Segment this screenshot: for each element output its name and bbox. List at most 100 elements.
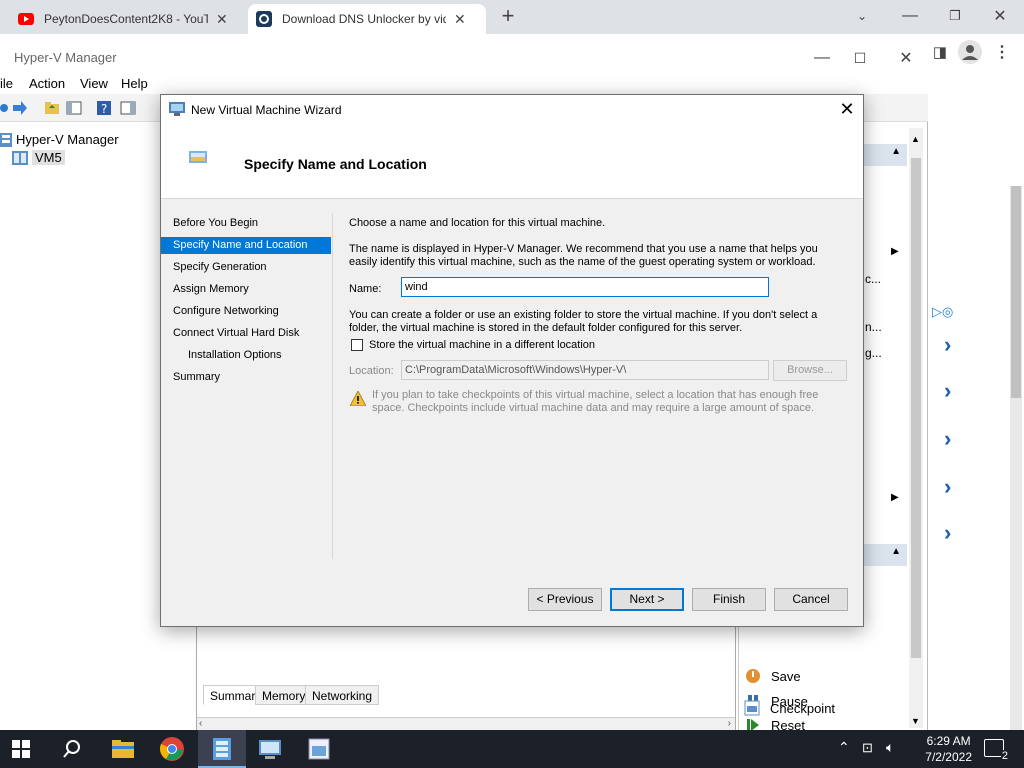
menu-help[interactable]: Help [121,76,148,91]
forward-icon[interactable] [12,100,28,116]
name-input[interactable] [401,277,769,297]
chevron-up-icon[interactable]: ⌃ [838,739,850,756]
file-explorer-icon[interactable] [110,736,136,762]
scrollbar-thumb[interactable] [1011,186,1021,398]
warning-icon [350,391,366,406]
chevron-right-icon[interactable]: › [944,426,951,452]
checkpoint-icon [744,700,760,716]
collapse-icon[interactable]: ▲ [891,546,901,557]
step-connect-virtual-hard-disk[interactable]: Connect Virtual Hard Disk [161,325,331,342]
app-window-icon[interactable] [306,736,332,762]
step-before-you-begin[interactable]: Before You Begin [161,215,331,232]
chevron-right-icon[interactable]: › [944,332,951,358]
minimize-icon[interactable]: — [810,46,834,70]
step-specify-generation[interactable]: Specify Generation [161,259,331,276]
collapse-icon[interactable]: ▲ [891,146,901,157]
store-location-label[interactable]: Store the virtual machine in a different… [369,339,595,352]
new-tab-button[interactable]: + [496,3,520,28]
close-icon[interactable]: ✕ [894,46,918,70]
visibility-icon[interactable]: ▷◎ [932,304,953,320]
step-assign-memory[interactable]: Assign Memory [161,281,331,298]
search-icon[interactable] [62,739,82,759]
chevron-right-icon[interactable]: › [944,378,951,404]
windows-start-icon[interactable] [12,740,30,758]
wizard-content: Choose a name and location for this virt… [349,213,849,563]
maximize-icon[interactable]: ☐ [848,46,872,70]
tab-memory[interactable]: Memory [255,685,313,705]
restore-icon[interactable]: ❐ [943,4,967,28]
wizard-steps-nav: Before You Begin Specify Name and Locati… [161,213,333,559]
network-icon[interactable]: ⊡ [862,740,873,756]
submenu-arrow-icon: ▶ [891,246,899,257]
menu-kebab-icon[interactable]: ⋮ [990,40,1014,64]
minimize-icon[interactable]: — [898,4,922,28]
close-icon[interactable]: ✕ [837,99,857,119]
clock-time: 6:29 AM [926,734,971,748]
page-title: Specify Name and Location [244,156,427,172]
chrome-icon[interactable] [159,736,185,762]
cancel-button[interactable]: Cancel [774,588,848,611]
chevron-right-icon[interactable]: › [944,474,951,500]
scroll-right-icon[interactable]: › [728,718,731,729]
action-save[interactable]: Save [745,668,801,684]
step-installation-options[interactable]: Installation Options [161,347,331,364]
close-browser-icon[interactable]: ✕ [988,4,1012,28]
location-input[interactable]: C:\ProgramData\Microsoft\Windows\Hyper-V… [401,360,769,380]
browser-tab-youtube[interactable]: PeytonDoesContent2K8 - YouTube ✕ [10,4,246,34]
profile-avatar[interactable] [958,40,982,64]
folder-help-text: You can create a folder or use an existi… [349,309,818,334]
show-hide-action-pane-icon[interactable] [120,100,136,116]
help-icon[interactable]: ? [96,100,112,116]
window-title: Hyper-V Manager [14,50,117,65]
next-button[interactable]: Next > [610,588,684,611]
menu-action[interactable]: Action [29,76,65,91]
tree-item-vm5[interactable]: VM5 [12,150,65,165]
sidebar-icon[interactable]: ◨ [928,40,952,64]
previous-button[interactable]: < Previous [528,588,602,611]
vm-connect-icon[interactable] [257,736,283,762]
show-hide-tree-icon[interactable] [66,100,82,116]
store-location-checkbox[interactable] [351,339,363,351]
actions-scrollbar[interactable]: ▲ ▼ [909,128,923,728]
scroll-up-icon[interactable]: ▲ [911,134,920,144]
action-checkpoint[interactable]: Checkpoint [744,700,835,716]
tab-networking[interactable]: Networking [305,685,380,705]
site-favicon-icon [256,11,272,27]
person-icon [962,45,978,60]
tab-title: Download DNS Unlocker by vido [282,12,446,26]
youtube-icon [18,13,34,25]
up-folder-icon[interactable] [44,100,60,116]
svg-text:?: ? [101,102,107,116]
name-help-text: The name is displayed in Hyper-V Manager… [349,243,818,268]
tree-label: Hyper-V Manager [16,132,119,147]
chevron-right-icon[interactable]: › [944,520,951,546]
page-scrollbar[interactable] [1010,186,1022,732]
horizontal-scrollbar[interactable]: ‹ › [197,717,735,731]
taskbar-clock[interactable]: 6:29 AM 7/2/2022 [925,733,972,765]
menu-file[interactable]: ile [0,76,13,91]
notifications-icon[interactable]: 2 [984,739,1009,762]
server-icon [12,150,28,165]
scroll-down-icon[interactable]: ▼ [911,716,920,726]
menu-view[interactable]: View [80,76,108,91]
volume-icon[interactable]: 🔈︎ [886,739,894,756]
finish-button[interactable]: Finish [692,588,766,611]
close-tab-icon[interactable]: ✕ [216,11,228,28]
hyperv-taskbar-button[interactable] [198,730,246,768]
step-summary[interactable]: Summary [161,369,331,386]
browser-tab-bar: PeytonDoesContent2K8 - YouTube ✕ Downloa… [0,0,1024,34]
action-label: Checkpoint [770,700,836,716]
browse-button[interactable]: Browse... [773,360,847,381]
tree-item-hyperv-manager[interactable]: Hyper-V Manager [0,132,119,147]
vm-details-pane: Summary Memory Networking ‹ › [196,622,736,732]
step-specify-name-and-location[interactable]: Specify Name and Location [161,237,331,254]
tab-search-icon[interactable]: ⌄ [850,4,874,28]
clock-date: 7/2/2022 [925,750,972,764]
close-tab-icon[interactable]: ✕ [454,11,466,28]
scrollbar-thumb[interactable] [911,158,921,658]
scroll-left-icon[interactable]: ‹ [199,718,202,729]
step-configure-networking[interactable]: Configure Networking [161,303,331,320]
wizard-titlebar: New Virtual Machine Wizard ✕ [161,95,863,125]
browser-tab-dns-unlocker[interactable]: Download DNS Unlocker by vido ✕ [248,4,486,34]
notification-count: 2 [1000,750,1009,762]
